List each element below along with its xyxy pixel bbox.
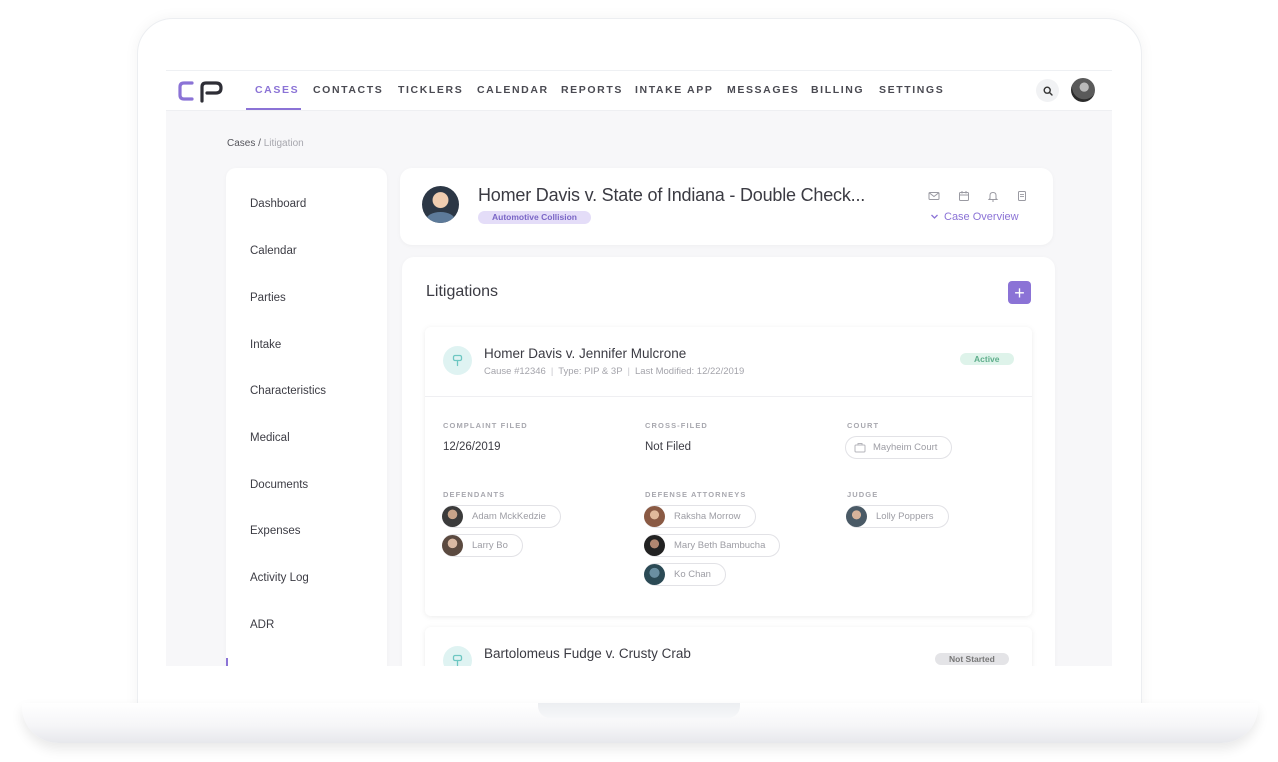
status-badge: Not Started xyxy=(935,653,1009,665)
litigations-heading: Litigations xyxy=(426,283,499,300)
litigation-type: Type: PIP & 3P xyxy=(558,366,623,377)
gavel-icon xyxy=(443,646,472,666)
search-icon xyxy=(1042,85,1053,96)
court-name: Mayheim Court xyxy=(873,442,938,453)
case-type-tag: Automotive Collision xyxy=(478,211,591,224)
court-chip[interactable]: Mayheim Court xyxy=(845,436,953,459)
search-button[interactable] xyxy=(1036,79,1059,102)
litigation-cause: Cause #12346 xyxy=(484,366,546,377)
sidebar-item-medical[interactable]: Medical xyxy=(250,432,290,444)
sidebar-item-intake[interactable]: Intake xyxy=(250,339,281,351)
sidebar-item-characteristics[interactable]: Characteristics xyxy=(250,385,326,397)
calendar-icon[interactable] xyxy=(958,190,970,202)
court-icon xyxy=(854,443,866,453)
case-overview-label: Case Overview xyxy=(944,211,1019,223)
defendant-name: Adam MckKedzie xyxy=(472,511,546,522)
sidebar-item-activity-log[interactable]: Activity Log xyxy=(250,572,309,584)
nav-intake-app[interactable]: INTAKE APP xyxy=(635,84,713,96)
app-screen: CASES CONTACTS TICKLERS CALENDAR REPORTS… xyxy=(166,70,1112,666)
avatar xyxy=(442,506,463,527)
avatar xyxy=(442,535,463,556)
sidebar-item-adr[interactable]: ADR xyxy=(250,619,274,631)
case-sidebar: Dashboard Calendar Parties Intake Charac… xyxy=(226,168,387,666)
sidebar-item-calendar[interactable]: Calendar xyxy=(250,245,297,257)
litigation-meta: Cause #12346 | Type: PIP & 3P | Last Modifie… xyxy=(484,366,745,377)
litigation-card[interactable]: Homer Davis v. Jennifer Mulcrone Cause #… xyxy=(425,327,1032,616)
defendant-name: Larry Bo xyxy=(472,540,508,551)
attorney-name: Ko Chan xyxy=(674,569,711,580)
complaint-filed-value: 12/26/2019 xyxy=(443,441,501,453)
status-badge: Active xyxy=(960,353,1014,365)
court-label: COURT xyxy=(847,421,880,430)
breadcrumb: Cases / Litigation xyxy=(227,138,304,149)
attorney-chip[interactable]: Ko Chan xyxy=(644,563,726,586)
case-header-card: Homer Davis v. State of Indiana - Double… xyxy=(400,168,1053,245)
cross-filed-value: Not Filed xyxy=(645,441,692,453)
gavel-icon xyxy=(443,346,472,375)
avatar xyxy=(846,506,867,527)
nav-billing[interactable]: BILLING xyxy=(811,84,864,96)
attorney-chip[interactable]: Raksha Morrow xyxy=(644,505,756,528)
case-title: Homer Davis v. State of Indiana - Double… xyxy=(478,185,866,205)
avatar xyxy=(644,535,665,556)
litigation-last-modified: Last Modified: 12/22/2019 xyxy=(635,366,745,377)
breadcrumb-root[interactable]: Cases xyxy=(227,138,255,149)
attorney-name: Mary Beth Bambucha xyxy=(674,540,766,551)
attorney-name: Raksha Morrow xyxy=(674,511,741,522)
nav-settings[interactable]: SETTINGS xyxy=(879,84,944,96)
sidebar-item-expenses[interactable]: Expenses xyxy=(250,525,301,537)
sidebar-item-dashboard[interactable]: Dashboard xyxy=(250,198,306,210)
breadcrumb-current: Litigation xyxy=(263,138,304,149)
judge-label: JUDGE xyxy=(847,490,879,499)
nav-reports[interactable]: REPORTS xyxy=(561,84,623,96)
nav-active-indicator xyxy=(246,108,301,110)
nav-contacts[interactable]: CONTACTS xyxy=(313,84,383,96)
add-litigation-button[interactable]: + xyxy=(1008,281,1031,304)
top-navigation: CASES CONTACTS TICKLERS CALENDAR REPORTS… xyxy=(166,71,1112,111)
complaint-filed-label: COMPLAINT FILED xyxy=(443,421,528,430)
document-icon[interactable] xyxy=(1016,190,1028,202)
case-overview-toggle[interactable]: Case Overview xyxy=(930,211,1019,223)
card-divider xyxy=(425,396,1032,397)
nav-messages[interactable]: MESSAGES xyxy=(727,84,799,96)
litigation-title[interactable]: Homer Davis v. Jennifer Mulcrone xyxy=(484,346,686,361)
judge-name: Lolly Poppers xyxy=(876,511,934,522)
nav-ticklers[interactable]: TICKLERS xyxy=(398,84,463,96)
sidebar-item-documents[interactable]: Documents xyxy=(250,479,308,491)
laptop-notch xyxy=(538,703,740,718)
breadcrumb-separator: / xyxy=(255,138,264,149)
client-avatar xyxy=(422,186,459,223)
judge-chip[interactable]: Lolly Poppers xyxy=(846,505,949,528)
logo-icon[interactable] xyxy=(178,79,224,103)
sidebar-active-indicator xyxy=(226,658,228,666)
defendant-chip[interactable]: Adam MckKedzie xyxy=(442,505,561,528)
plus-icon: + xyxy=(1014,282,1025,303)
avatar xyxy=(644,506,665,527)
litigation-card[interactable]: Bartolomeus Fudge v. Crusty Crab Not Sta… xyxy=(425,627,1032,666)
mail-icon[interactable] xyxy=(928,190,940,202)
avatar xyxy=(644,564,665,585)
nav-cases[interactable]: CASES xyxy=(255,84,299,96)
defendants-label: DEFENDANTS xyxy=(443,490,506,499)
bell-icon[interactable] xyxy=(987,190,999,202)
cross-filed-label: CROSS-FILED xyxy=(645,421,708,430)
litigation-title[interactable]: Bartolomeus Fudge v. Crusty Crab xyxy=(484,646,691,661)
chevron-down-icon xyxy=(931,214,938,219)
defendant-chip[interactable]: Larry Bo xyxy=(442,534,523,557)
user-avatar[interactable] xyxy=(1071,78,1095,102)
litigations-panel: Litigations + Homer Davis v. Jennifer Mu… xyxy=(402,257,1055,666)
attorney-chip[interactable]: Mary Beth Bambucha xyxy=(644,534,781,557)
nav-calendar[interactable]: CALENDAR xyxy=(477,84,549,96)
defense-attorneys-label: DEFENSE ATTORNEYS xyxy=(645,490,747,499)
sidebar-item-parties[interactable]: Parties xyxy=(250,292,286,304)
